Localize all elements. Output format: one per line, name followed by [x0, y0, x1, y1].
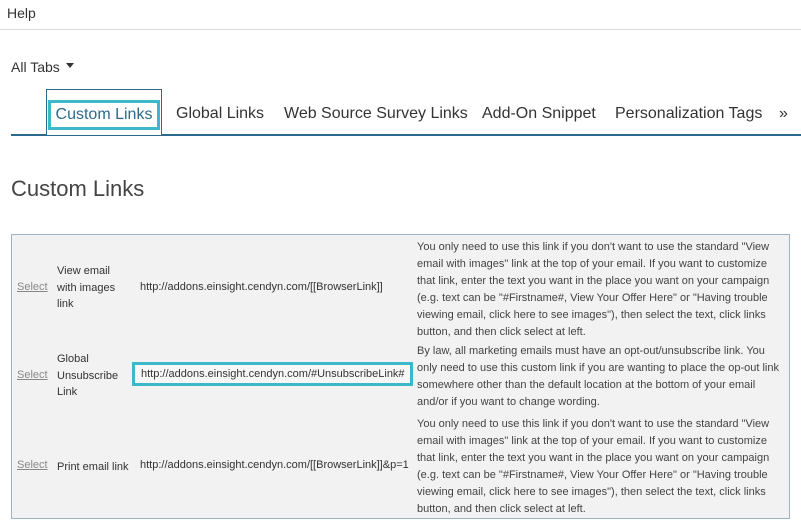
link-name: Global Unsubscribe Link [57, 353, 119, 398]
tab-label: Personalization Tags [615, 105, 763, 122]
link-description: You only need to use this link if you do… [417, 418, 770, 515]
link-url: http://addons.einsight.cendyn.com/[[Brow… [140, 281, 383, 293]
tab-label: Add-On Snippet [482, 105, 596, 122]
tab-label: Global Links [176, 105, 265, 122]
link-name: Print email link [57, 461, 129, 473]
tab-global-links[interactable]: Global Links [176, 89, 264, 134]
top-menu-bar: Help [0, 0, 801, 30]
tab-label: Web Source Survey Links [284, 105, 468, 122]
link-url: http://addons.einsight.cendyn.com/[[Brow… [140, 459, 409, 471]
page-title: Custom Links [11, 176, 145, 201]
more-tabs-button[interactable]: » [779, 89, 788, 134]
tab-add-on-snippet[interactable]: Add-On Snippet [482, 89, 596, 134]
table-row: Select Print email link http://addons.ei… [12, 415, 789, 519]
tab-custom-links[interactable]: Custom Links [46, 89, 162, 135]
tab-label: Custom Links [47, 100, 161, 130]
select-link[interactable]: Select [17, 369, 48, 381]
caret-down-icon [65, 63, 74, 68]
table-row: Select Global Unsubscribe Link http://ad… [12, 341, 789, 413]
link-description: By law, all marketing emails must have a… [417, 345, 779, 408]
link-url: http://addons.einsight.cendyn.com/#Unsub… [132, 362, 413, 386]
link-description: You only need to use this link if you do… [417, 241, 770, 338]
help-menu[interactable]: Help [7, 5, 36, 21]
all-tabs-label: All Tabs [11, 59, 60, 75]
tab-bar: Custom Links Global Links Web Source Sur… [11, 89, 801, 136]
custom-links-table: Select View email with images link http:… [11, 234, 790, 519]
link-name: View email with images link [57, 265, 116, 310]
select-link[interactable]: Select [17, 459, 48, 471]
table-row: Select View email with images link http:… [12, 235, 789, 339]
select-link[interactable]: Select [17, 281, 48, 293]
tab-personalization-tags[interactable]: Personalization Tags [615, 89, 762, 134]
all-tabs-dropdown[interactable]: All Tabs [11, 59, 74, 75]
tab-web-source-survey-links[interactable]: Web Source Survey Links [284, 89, 468, 134]
double-chevron-right-icon: » [779, 105, 788, 122]
